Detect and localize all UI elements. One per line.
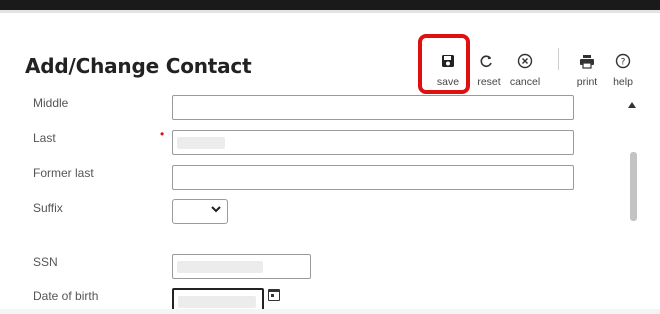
former-last-label: Former last [33, 166, 94, 180]
reset-icon [466, 50, 506, 72]
ssn-label: SSN [33, 255, 58, 269]
former-last-name-input[interactable] [172, 165, 574, 190]
chevron-down-icon [211, 204, 221, 217]
date-of-birth-label: Date of birth [33, 289, 99, 303]
toolbar-divider [558, 48, 559, 70]
svg-text:?: ? [621, 58, 626, 68]
date-of-birth-redacted-value [178, 296, 256, 308]
print-icon [567, 50, 607, 72]
last-name-redacted-value [177, 137, 225, 149]
middle-label: Middle [33, 96, 69, 110]
toolbar: save reset cancel print ? help [0, 22, 660, 92]
window-top-border [0, 10, 660, 13]
help-icon: ? [603, 50, 643, 72]
scroll-up-arrow-icon[interactable] [628, 102, 636, 108]
last-label: Last [33, 131, 56, 145]
suffix-label: Suffix [33, 201, 63, 215]
ssn-redacted-value [177, 261, 263, 273]
middle-name-input[interactable] [172, 95, 574, 120]
required-indicator: • [160, 127, 165, 141]
calendar-icon[interactable] [268, 289, 280, 301]
cancel-icon [505, 50, 545, 72]
save-icon [428, 50, 468, 72]
bottom-strip [0, 309, 660, 314]
ssn-input[interactable] [172, 254, 311, 279]
last-name-input[interactable] [172, 130, 574, 155]
help-label: help [613, 76, 633, 88]
scrollbar-thumb[interactable] [630, 152, 637, 221]
cancel-label: cancel [509, 76, 541, 88]
suffix-select[interactable] [172, 199, 228, 224]
window-top-bar [0, 0, 660, 10]
